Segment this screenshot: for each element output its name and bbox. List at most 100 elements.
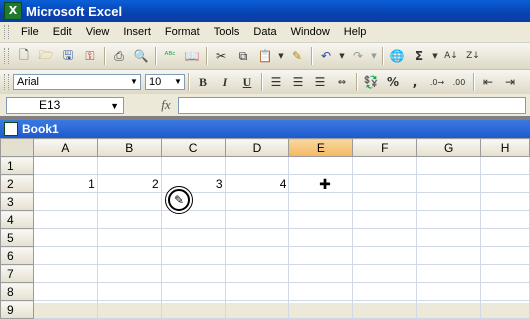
- row-header[interactable]: 5: [0, 228, 34, 247]
- undo-icon[interactable]: ↶: [316, 46, 336, 66]
- menu-help[interactable]: Help: [338, 26, 375, 38]
- cell[interactable]: [32, 228, 98, 247]
- decrease-decimal-icon[interactable]: .00: [449, 72, 469, 92]
- chevron-down-icon[interactable]: ▼: [172, 75, 184, 89]
- cell[interactable]: [352, 210, 418, 229]
- menu-format[interactable]: Format: [159, 26, 208, 38]
- cell[interactable]: [352, 156, 418, 175]
- row-header[interactable]: 9: [0, 300, 34, 319]
- bold-icon[interactable]: B: [193, 72, 213, 92]
- row-header[interactable]: 7: [0, 264, 34, 283]
- cell[interactable]: [160, 246, 226, 265]
- redo-icon[interactable]: ↷: [348, 46, 368, 66]
- cell[interactable]: [352, 174, 418, 193]
- row-header[interactable]: 1: [0, 156, 34, 175]
- cell[interactable]: [96, 246, 162, 265]
- cell[interactable]: [416, 228, 482, 247]
- cell[interactable]: [32, 282, 98, 301]
- new-icon[interactable]: 🗋: [14, 46, 34, 66]
- cell[interactable]: [32, 156, 98, 175]
- merge-center-icon[interactable]: ⇔: [332, 72, 352, 92]
- cell[interactable]: [480, 282, 530, 301]
- cell[interactable]: [416, 264, 482, 283]
- decrease-indent-icon[interactable]: ⇤: [478, 72, 498, 92]
- cell[interactable]: [224, 300, 290, 319]
- column-header[interactable]: D: [224, 138, 290, 157]
- redo-dropdown-icon[interactable]: ▼: [370, 46, 378, 66]
- cell[interactable]: [224, 192, 290, 211]
- cell[interactable]: [288, 156, 354, 175]
- center-icon[interactable]: ☰: [288, 72, 308, 92]
- underline-icon[interactable]: U: [237, 72, 257, 92]
- column-header[interactable]: C: [160, 138, 226, 157]
- paste-dropdown-icon[interactable]: ▼: [277, 46, 285, 66]
- cell[interactable]: [96, 192, 162, 211]
- print-icon[interactable]: ⎙: [109, 46, 129, 66]
- cell[interactable]: [416, 174, 482, 193]
- row-header[interactable]: 6: [0, 246, 34, 265]
- cell[interactable]: [480, 174, 530, 193]
- row-header[interactable]: 2: [0, 174, 34, 193]
- undo-dropdown-icon[interactable]: ▼: [338, 46, 346, 66]
- name-box[interactable]: E13 ▼: [6, 96, 124, 114]
- cell[interactable]: [352, 228, 418, 247]
- font-name-select[interactable]: Arial ▼: [13, 74, 141, 90]
- cell[interactable]: [288, 228, 354, 247]
- cell[interactable]: [224, 228, 290, 247]
- menu-file[interactable]: File: [15, 26, 47, 38]
- cell[interactable]: [224, 246, 290, 265]
- spelling-icon[interactable]: ᴬᴮᶜ: [160, 46, 180, 66]
- cell[interactable]: [416, 156, 482, 175]
- cell[interactable]: [96, 210, 162, 229]
- select-all-corner[interactable]: [0, 138, 34, 157]
- font-size-select[interactable]: 10 ▼: [145, 74, 185, 90]
- cell[interactable]: [96, 300, 162, 319]
- cell[interactable]: [416, 192, 482, 211]
- print-preview-icon[interactable]: 🔍: [131, 46, 151, 66]
- column-header[interactable]: H: [480, 138, 530, 157]
- format-painter-icon[interactable]: ✎: [287, 46, 307, 66]
- cell[interactable]: [224, 282, 290, 301]
- cell[interactable]: [480, 228, 530, 247]
- formula-input[interactable]: [178, 96, 526, 114]
- cell[interactable]: [288, 210, 354, 229]
- cell[interactable]: [224, 210, 290, 229]
- cell[interactable]: [352, 246, 418, 265]
- cell[interactable]: [288, 282, 354, 301]
- hyperlink-icon[interactable]: 🌐: [387, 46, 407, 66]
- column-header[interactable]: B: [96, 138, 162, 157]
- insert-function-icon[interactable]: fx: [154, 97, 178, 113]
- autosum-icon[interactable]: Σ: [409, 46, 429, 66]
- cell[interactable]: [416, 210, 482, 229]
- cell[interactable]: [288, 246, 354, 265]
- cell[interactable]: [32, 300, 98, 319]
- cell[interactable]: [96, 156, 162, 175]
- cell[interactable]: [480, 192, 530, 211]
- comma-icon[interactable]: ,: [405, 72, 425, 92]
- italic-icon[interactable]: I: [215, 72, 235, 92]
- cell[interactable]: [480, 210, 530, 229]
- cell[interactable]: [160, 210, 226, 229]
- cell[interactable]: [416, 246, 482, 265]
- cell[interactable]: [288, 264, 354, 283]
- toolbar-grip[interactable]: [4, 48, 9, 64]
- cell[interactable]: [352, 282, 418, 301]
- increase-indent-icon[interactable]: ⇥: [500, 72, 520, 92]
- toolbar-grip[interactable]: [4, 74, 9, 90]
- copy-icon[interactable]: ⧉: [233, 46, 253, 66]
- menu-view[interactable]: View: [80, 26, 118, 38]
- sort-ascending-icon[interactable]: A↓: [441, 46, 461, 66]
- cell[interactable]: [288, 300, 354, 319]
- cell[interactable]: [352, 300, 418, 319]
- save-icon[interactable]: 🖫: [58, 46, 78, 66]
- cell[interactable]: [480, 156, 530, 175]
- sort-descending-icon[interactable]: Z↓: [463, 46, 483, 66]
- column-header[interactable]: G: [416, 138, 482, 157]
- cell[interactable]: [480, 264, 530, 283]
- cell[interactable]: [96, 282, 162, 301]
- column-header[interactable]: A: [32, 138, 98, 157]
- align-right-icon[interactable]: ☰: [310, 72, 330, 92]
- increase-decimal-icon[interactable]: .0→: [427, 72, 447, 92]
- cell[interactable]: [96, 264, 162, 283]
- cut-icon[interactable]: ✂: [211, 46, 231, 66]
